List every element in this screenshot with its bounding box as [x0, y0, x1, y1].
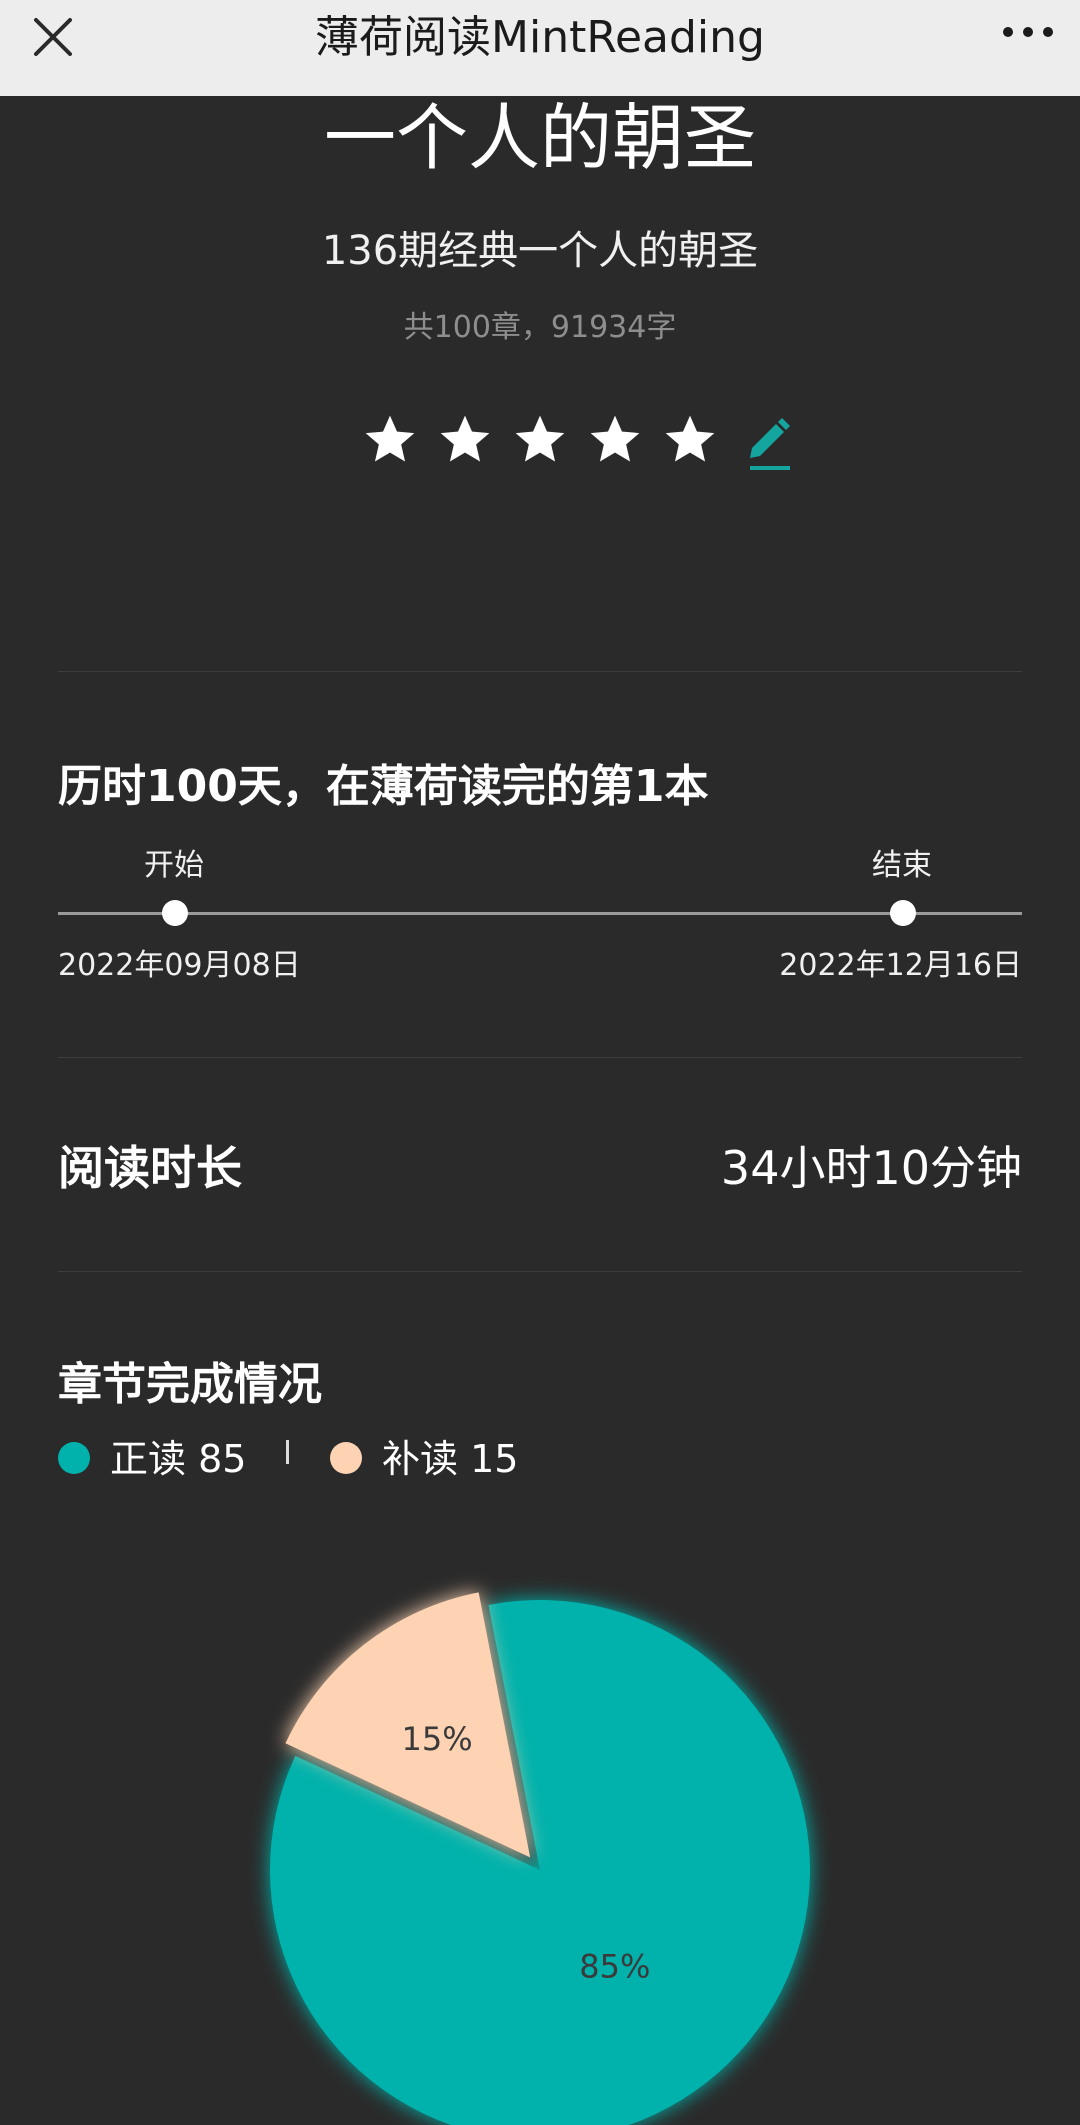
chapters-title: 章节完成情况 — [58, 1359, 322, 1410]
timeline-title: 历时100天，在薄荷读完的第1本 — [58, 761, 709, 812]
chapter-pie-chart: 85% 15% — [0, 1540, 1080, 2125]
divider — [58, 1057, 1022, 1058]
start-date: 2022年09月08日 — [58, 948, 301, 983]
book-subtitle: 136期经典一个人的朝圣 — [321, 228, 759, 274]
divider — [58, 671, 1022, 672]
end-label: 结束 — [872, 848, 932, 883]
timeline-line — [58, 912, 1022, 915]
pencil-icon[interactable] — [744, 408, 794, 472]
more-horizontal-icon[interactable] — [1000, 18, 1056, 54]
star-rating[interactable] — [364, 414, 804, 474]
legend-dot-regular — [58, 1442, 90, 1474]
star-icon[interactable] — [364, 414, 416, 466]
legend-label-regular: 正读 85 — [110, 1437, 247, 1481]
start-dot — [162, 900, 188, 926]
legend-dot-makeup — [330, 1442, 362, 1474]
legend-label-makeup: 补读 15 — [382, 1437, 519, 1481]
book-title: 一个人的朝圣 — [323, 96, 756, 180]
star-icon[interactable] — [514, 414, 566, 466]
divider — [58, 1271, 1022, 1272]
star-icon[interactable] — [664, 414, 716, 466]
star-icon[interactable] — [439, 414, 491, 466]
pie-label-regular: 85% — [579, 1948, 650, 1986]
reading-duration-value: 34小时10分钟 — [720, 1141, 1022, 1195]
star-icon[interactable] — [589, 414, 641, 466]
end-dot — [890, 900, 916, 926]
reading-timeline: 开始 结束 2022年09月08日 2022年12月16日 — [58, 840, 1022, 990]
top-bar: 薄荷阅读MintReading — [0, 0, 1080, 96]
legend-separator — [286, 1440, 289, 1464]
reading-duration-label: 阅读时长 — [58, 1141, 242, 1195]
pie-label-makeup: 15% — [401, 1720, 472, 1758]
book-meta: 共100章，91934字 — [403, 310, 677, 345]
end-date: 2022年12月16日 — [779, 948, 1022, 983]
start-label: 开始 — [144, 848, 204, 883]
close-icon[interactable] — [26, 12, 82, 68]
app-title: 薄荷阅读MintReading — [315, 12, 765, 63]
